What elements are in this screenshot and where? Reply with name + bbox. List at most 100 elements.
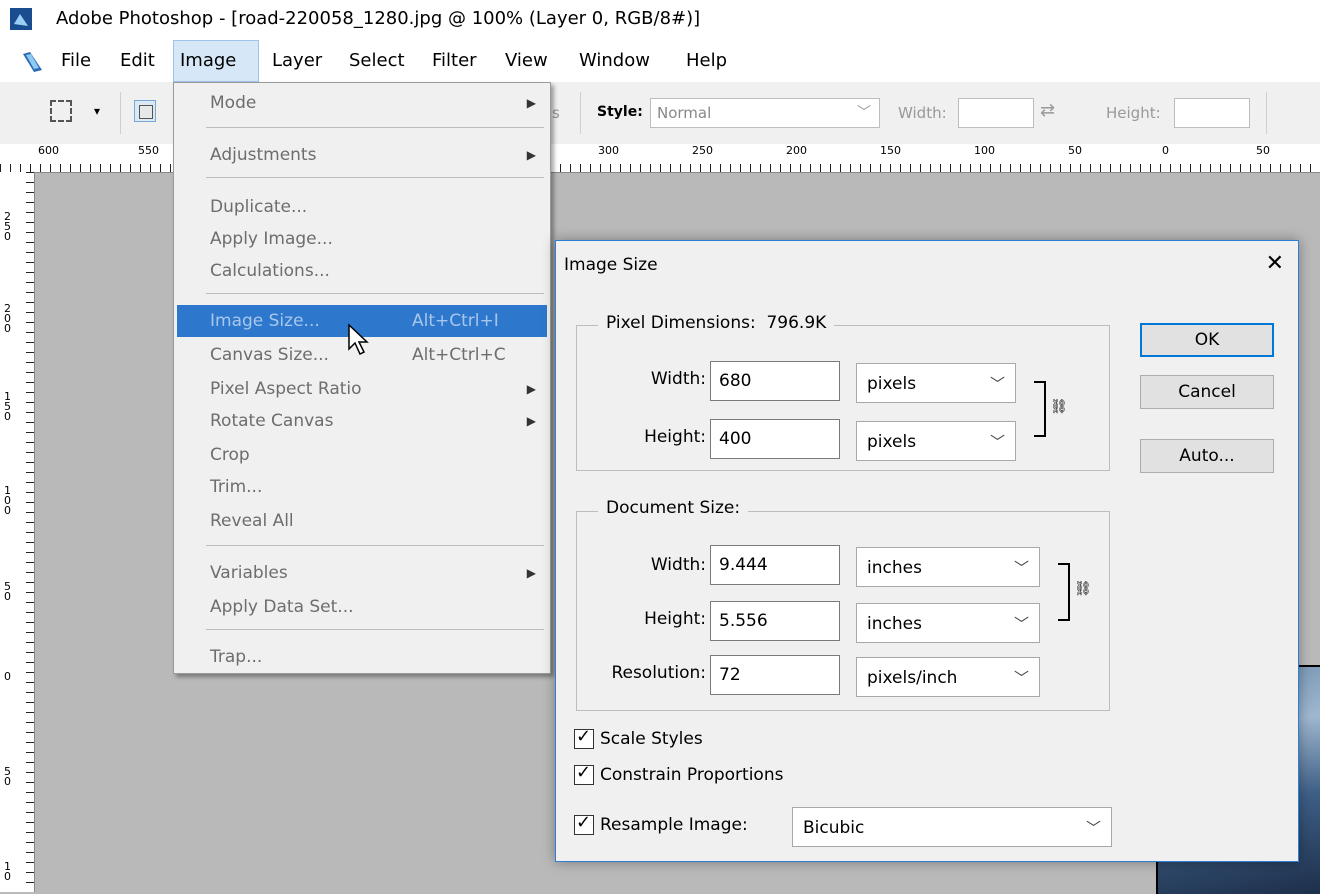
chevron-down-icon: ﹀ [989, 375, 1005, 393]
menu-help[interactable]: Help [680, 40, 733, 82]
ruler-label: 200 [786, 144, 807, 157]
ruler-label: 50 [4, 765, 11, 788]
ruler-label: 250 [692, 144, 713, 157]
ruler-label: 50 [1068, 144, 1082, 157]
menu-file[interactable]: File [55, 40, 97, 82]
menu-item-trap[interactable]: Trap... [174, 641, 550, 673]
pixel-width-unit-select[interactable]: pixels ﹀ [856, 363, 1016, 403]
menu-item-reveal-all[interactable]: Reveal All [174, 505, 550, 537]
swap-dimensions-icon[interactable]: ⇄ [1040, 100, 1055, 121]
resample-method-select[interactable]: Bicubic ﹀ [792, 807, 1112, 847]
image-menu-dropdown: Mode ▶ Adjustments ▶ Duplicate... Apply Im… [173, 82, 551, 674]
mouse-cursor-icon [348, 323, 369, 356]
constrain-bracket [1034, 381, 1046, 437]
menu-separator [206, 177, 544, 178]
cancel-button[interactable]: Cancel [1140, 375, 1274, 409]
resolution-unit-select[interactable]: pixels/inch ﹀ [856, 657, 1040, 697]
ruler-label: 200 [4, 302, 11, 335]
rectangular-marquee-icon[interactable] [50, 100, 72, 122]
ruler-label: 600 [38, 144, 59, 157]
resample-image-checkbox[interactable]: ✓ [574, 812, 594, 835]
ruler-label: 50 [1256, 144, 1270, 157]
menu-item-duplicate[interactable]: Duplicate... [174, 191, 550, 223]
pixel-height-unit-select[interactable]: pixels ﹀ [856, 421, 1016, 461]
menu-layer[interactable]: Layer [266, 40, 328, 82]
ruler-label: 50 [4, 580, 11, 603]
constrain-proportions-checkbox[interactable]: ✓ [574, 763, 594, 785]
menu-item-calculations[interactable]: Calculations... [174, 255, 550, 287]
chevron-down-icon: ﹀ [1013, 669, 1029, 687]
style-value: Normal [657, 104, 712, 122]
pixel-height-input[interactable]: 400 [710, 419, 840, 459]
dialog-title: Image Size [564, 255, 658, 275]
scale-styles-label[interactable]: Scale Styles [600, 729, 703, 749]
close-icon[interactable]: ✕ [1266, 251, 1284, 276]
menu-edit[interactable]: Edit [114, 40, 161, 82]
ruler-label: 250 [4, 210, 11, 243]
window-title: Adobe Photoshop - [road-220058_1280.jpg … [56, 8, 701, 29]
pixel-dimensions-title: Pixel Dimensions: 796.9K [598, 313, 835, 333]
ruler-label: 0 [4, 670, 11, 683]
menu-item-mode[interactable]: Mode ▶ [174, 87, 550, 119]
chevron-down-icon: ﹀ [1085, 819, 1101, 837]
chevron-down-icon: ﹀ [857, 105, 871, 121]
doc-height-unit-select[interactable]: inches ﹀ [856, 603, 1040, 643]
menu-item-apply-data-set[interactable]: Apply Data Set... [174, 591, 550, 623]
document-icon[interactable] [20, 50, 44, 74]
ruler-label: 100 [4, 484, 11, 517]
options-separator [1266, 92, 1267, 134]
options-separator [580, 92, 581, 134]
menu-image[interactable]: Image [173, 40, 259, 82]
menu-item-rotate-canvas[interactable]: Rotate Canvas ▶ [174, 405, 550, 437]
doc-height-input[interactable]: 5.556 [710, 601, 840, 641]
chevron-down-icon: ﹀ [989, 433, 1005, 451]
menu-filter[interactable]: Filter [426, 40, 483, 82]
style-select[interactable]: Normal ﹀ [650, 98, 880, 128]
width-label: Width: [898, 104, 947, 122]
tool-preset-chevron-icon[interactable]: ▾ [94, 104, 100, 118]
menu-separator [206, 127, 544, 128]
ruler-label: 300 [598, 144, 619, 157]
auto-button[interactable]: Auto... [1140, 439, 1274, 473]
vertical-ruler: 250 200 150 100 50 0 50 10 [0, 172, 35, 892]
menu-item-crop[interactable]: Crop [174, 439, 550, 471]
options-separator [120, 92, 121, 134]
ruler-label: 100 [974, 144, 995, 157]
menu-view[interactable]: View [499, 40, 554, 82]
ok-button[interactable]: OK [1140, 323, 1274, 357]
scale-styles-checkbox[interactable]: ✓ [574, 726, 594, 749]
link-icon: ⛓ [1074, 581, 1092, 597]
resample-image-label[interactable]: Resample Image: [600, 815, 748, 835]
document-size-title: Document Size: [598, 498, 749, 518]
constrain-proportions-label[interactable]: Constrain Proportions [600, 765, 783, 785]
check-icon: ✓ [576, 812, 592, 833]
submenu-arrow-icon: ▶ [526, 414, 536, 428]
ruler-label: 150 [4, 390, 11, 423]
doc-width-label: Width: [650, 555, 706, 575]
height-input[interactable] [1174, 98, 1250, 128]
menu-window[interactable]: Window [573, 40, 656, 82]
submenu-arrow-icon: ▶ [526, 382, 536, 396]
pixel-dimensions-size: 796.9K [766, 313, 827, 333]
doc-width-input[interactable]: 9.444 [710, 545, 840, 585]
feather-label-partial: s [552, 104, 560, 122]
ruler-label: 10 [4, 860, 11, 883]
menu-item-pixel-aspect-ratio[interactable]: Pixel Aspect Ratio ▶ [174, 373, 550, 405]
menu-item-adjustments[interactable]: Adjustments ▶ [174, 139, 550, 171]
menu-select[interactable]: Select [343, 40, 411, 82]
resolution-label: Resolution: [611, 663, 706, 683]
new-selection-mode-button[interactable] [134, 100, 156, 122]
submenu-arrow-icon: ▶ [526, 96, 536, 110]
menu-item-trim[interactable]: Trim... [174, 471, 550, 503]
menu-separator [206, 293, 544, 294]
width-input[interactable] [958, 98, 1034, 128]
link-icon: ⛓ [1050, 399, 1068, 415]
height-label: Height: [1106, 104, 1161, 122]
pixel-width-input[interactable]: 680 [710, 361, 840, 401]
menu-item-apply-image[interactable]: Apply Image... [174, 223, 550, 255]
doc-height-label: Height: [644, 609, 706, 629]
resolution-input[interactable]: 72 [710, 655, 840, 695]
menu-item-variables[interactable]: Variables ▶ [174, 557, 550, 589]
doc-width-unit-select[interactable]: inches ﹀ [856, 547, 1040, 587]
check-icon: ✓ [576, 726, 592, 747]
